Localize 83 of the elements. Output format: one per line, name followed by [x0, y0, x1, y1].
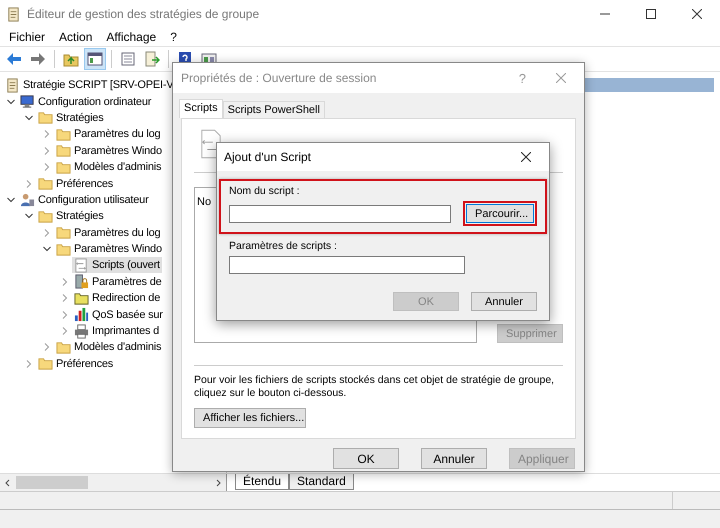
- tree-item[interactable]: QoS basée sur: [72, 306, 165, 323]
- folder-icon: [38, 208, 53, 224]
- tree-item[interactable]: Paramètres du log: [54, 224, 162, 241]
- tree-item[interactable]: Préférences: [36, 176, 116, 192]
- folder-icon: [38, 356, 53, 372]
- window-title: Éditeur de gestion des stratégies de groupe: [27, 7, 260, 21]
- scroll-left-icon[interactable]: [4, 478, 12, 486]
- tree-item[interactable]: Stratégie SCRIPT [SRV-OPEI-V: [3, 77, 176, 94]
- folder-icon: [56, 242, 71, 257]
- tree-item[interactable]: Stratégies: [36, 110, 106, 126]
- folder-icon: [56, 126, 71, 142]
- menu-item[interactable]: Action: [52, 30, 100, 44]
- folder-icon: [56, 160, 71, 175]
- tree-item[interactable]: Paramètres Windo: [54, 142, 164, 159]
- menu-item[interactable]: Fichier: [2, 30, 52, 44]
- chevron-right-icon[interactable]: [61, 310, 69, 319]
- browse-button[interactable]: Parcourir...: [466, 204, 534, 223]
- dialog-tab[interactable]: Scripts PowerShell: [222, 101, 325, 118]
- field-label: Nom du script :: [229, 185, 301, 197]
- tree-item[interactable]: Modèles d'adminis: [54, 159, 164, 176]
- computer-icon: [20, 94, 35, 110]
- dialog-title: Ajout d'un Script: [224, 150, 312, 164]
- tree-item[interactable]: Configuration utilisateur: [18, 192, 151, 208]
- chevron-right-icon[interactable]: [43, 163, 51, 172]
- folder-icon: [56, 225, 71, 240]
- column-header[interactable]: No: [197, 196, 212, 208]
- show-files-button[interactable]: Afficher les fichiers...: [194, 408, 306, 428]
- tree-item[interactable]: Paramètres de: [72, 274, 164, 290]
- folder-icon: [56, 340, 71, 355]
- chevron-down-icon[interactable]: [25, 114, 33, 122]
- instruction-text: Pour voir les fichiers de scripts stockés dans cet objet de stratégie de groupe, cliquez sur le bouton ci-dessous.: [194, 374, 556, 400]
- chevron-right-icon[interactable]: [43, 343, 51, 352]
- printer-icon: [74, 324, 89, 339]
- tree-item[interactable]: Redirection de: [72, 290, 162, 306]
- chevron-down-icon[interactable]: [7, 196, 15, 204]
- chevron-right-icon[interactable]: [43, 146, 51, 155]
- chevron-down-icon[interactable]: [25, 212, 33, 220]
- dialog-title: Propriétés de : Ouverture de session: [181, 71, 376, 85]
- chevron-right-icon[interactable]: [25, 180, 33, 188]
- chevron-right-icon[interactable]: [61, 294, 69, 302]
- folder-icon: [74, 290, 89, 306]
- tree-item[interactable]: Modèles d'adminis: [54, 339, 164, 356]
- input-field[interactable]: [229, 204, 451, 222]
- tree-item[interactable]: Préférences: [36, 356, 116, 372]
- scroll-right-icon[interactable]: [214, 478, 222, 486]
- folder-icon: [38, 110, 53, 126]
- tree-item[interactable]: Stratégies: [36, 208, 106, 224]
- tree-pane-icon[interactable]: [85, 49, 105, 69]
- folder-icon: [38, 176, 53, 192]
- menu-item[interactable]: Affichage: [99, 30, 164, 44]
- input-field[interactable]: [229, 256, 465, 274]
- script-document-icon: [74, 258, 89, 273]
- chevron-right-icon[interactable]: [43, 228, 51, 237]
- document-icon: [6, 6, 21, 22]
- maximize-icon[interactable]: [646, 9, 656, 19]
- chevron-right-icon[interactable]: [61, 278, 69, 286]
- chevron-right-icon[interactable]: [25, 360, 33, 368]
- server-lock-icon: [74, 274, 89, 290]
- folder-icon: [56, 143, 71, 158]
- bar-chart-icon: [74, 307, 89, 322]
- close-icon[interactable]: [692, 9, 702, 19]
- menu-item[interactable]: ?: [163, 30, 184, 44]
- dialog-tab[interactable]: Scripts: [179, 99, 223, 118]
- chevron-down-icon[interactable]: [43, 245, 51, 254]
- view-tab[interactable]: Standard: [289, 474, 354, 490]
- horizontal-scrollbar[interactable]: [0, 474, 227, 491]
- tree-item[interactable]: Paramètres du log: [54, 126, 162, 142]
- users-icon: [20, 192, 35, 208]
- field-label: Paramètres de scripts :: [229, 240, 338, 252]
- dialog-button[interactable]: OK: [333, 448, 399, 469]
- tree-item[interactable]: Imprimantes d: [72, 323, 162, 340]
- chevron-right-icon[interactable]: [61, 327, 69, 336]
- view-tab[interactable]: Étendu: [235, 474, 290, 490]
- dialog-button[interactable]: Annuler: [471, 292, 537, 311]
- chevron-down-icon[interactable]: [7, 98, 15, 106]
- tree-item[interactable]: Paramètres Windo: [54, 241, 164, 258]
- dialog-button[interactable]: Annuler: [421, 448, 487, 469]
- document-icon: [5, 78, 20, 93]
- tree-item[interactable]: Scripts (ouvert: [72, 257, 162, 274]
- tree-item[interactable]: Configuration ordinateur: [18, 94, 154, 110]
- close-icon[interactable]: [521, 152, 531, 162]
- chevron-right-icon[interactable]: [43, 130, 51, 138]
- scrollbar-thumb[interactable]: [16, 476, 88, 489]
